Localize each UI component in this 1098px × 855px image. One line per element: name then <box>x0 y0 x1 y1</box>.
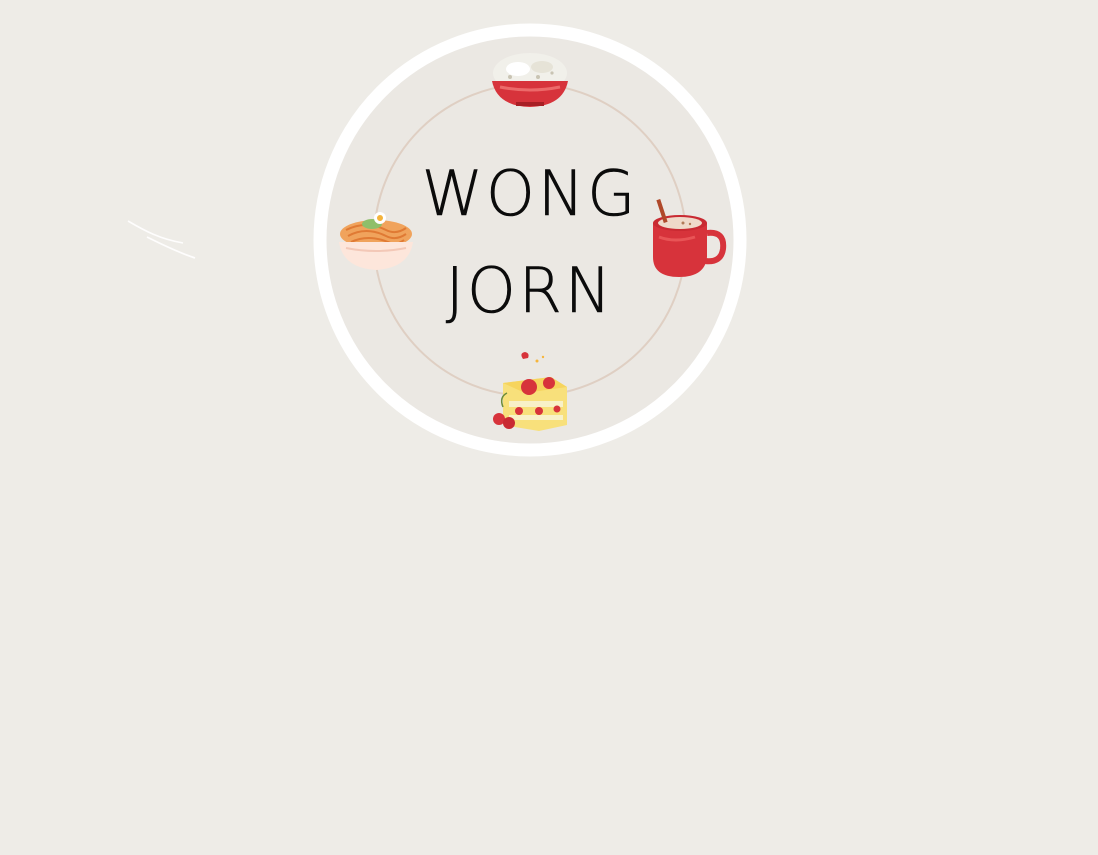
brand-title-line-1: WONG <box>421 157 639 230</box>
rice-bowl-icon <box>492 53 568 107</box>
logo-badge <box>313 23 747 457</box>
page-canvas: WONG JORN <box>0 0 1098 855</box>
brand-title-line-2: JORN <box>445 254 615 327</box>
decorative-stroke-mark <box>127 220 196 259</box>
